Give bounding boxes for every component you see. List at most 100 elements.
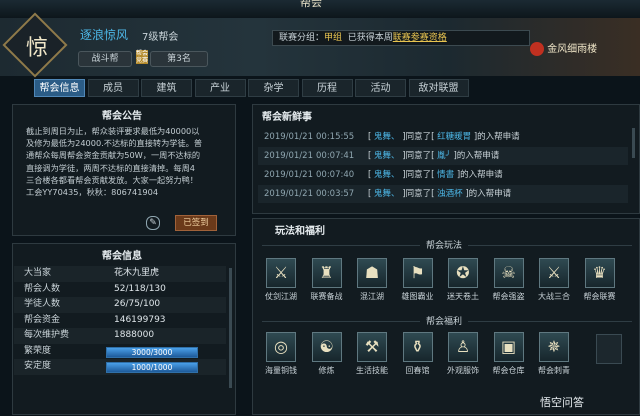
guild-info-table: 大当家 花木九里虎 帮会人数 52/118/130 学徒人数 26/75/100… xyxy=(0,266,240,416)
info-row-leader: 大当家 花木九里虎 xyxy=(14,266,226,282)
news-time: 00:03:57 xyxy=(316,189,355,199)
warrior-icon: ☗ xyxy=(357,258,387,288)
feature-play-3[interactable]: ⚑ 雄图霸业 xyxy=(401,258,435,302)
news-date: 2019/01/21 xyxy=(264,170,313,180)
news-message: [ 鬼舞、 ]同意了[ 红糖暖胃 ]的入帮申请 xyxy=(368,132,520,142)
news-target[interactable]: 情書 xyxy=(437,170,454,180)
coins-icon: ◎ xyxy=(266,332,296,362)
battle-icon: ⚔ xyxy=(539,258,569,288)
news-time: 00:07:40 xyxy=(316,170,355,180)
pot-icon: ⚱ xyxy=(402,332,433,362)
info-row-apprentices: 学徒人数 26/75/100 xyxy=(14,297,226,313)
info-row-funds: 帮会资金 146199793 xyxy=(24,314,166,325)
news-actor[interactable]: 鬼舞、 xyxy=(374,151,400,161)
brand-seal-icon xyxy=(530,42,544,56)
play-feature-grid: ⚔ 仗剑江湖 ♜ 联赛备战 ☗ 混江湖 ⚑ 雄图霸业 ✪ 迷天卷土 ☠ 帮会强盗 ⚔ 大战三合 ♛ 帮会联赛 xyxy=(262,258,632,308)
signed-in-button[interactable]: 已签到 xyxy=(175,215,217,231)
feature-welfare-6[interactable]: ✵ 帮会刺青 xyxy=(537,332,571,376)
news-title: 帮会新鲜事 xyxy=(262,112,312,123)
guild-info-title: 帮会信息 xyxy=(102,251,142,262)
tattoo-icon: ✵ xyxy=(539,332,569,362)
sword-hat-icon: ⚔ xyxy=(266,258,296,288)
tab-7[interactable]: 敌对联盟 xyxy=(408,79,469,97)
guild-rank: 第3名 xyxy=(150,51,208,67)
news-date: 2019/01/21 xyxy=(264,189,313,199)
news-scrollbar[interactable] xyxy=(632,128,635,158)
edit-notice-icon[interactable]: ✎ xyxy=(146,216,160,230)
bandit-icon: ☠ xyxy=(493,258,524,288)
info-row-members: 帮会人数 52/118/130 xyxy=(24,283,166,294)
prosperity-bar: 3000/3000 xyxy=(106,346,198,358)
empty-feature-slot xyxy=(596,334,622,364)
feature-play-0[interactable]: ⚔ 仗剑江湖 xyxy=(264,258,298,302)
feature-play-5[interactable]: ☠ 帮会强盗 xyxy=(492,258,526,302)
feature-play-6[interactable]: ⚔ 大战三合 xyxy=(537,258,571,302)
feature-welfare-1[interactable]: ☯ 修炼 xyxy=(310,332,344,376)
stability-bar: 1000/1000 xyxy=(106,362,198,373)
tab-2[interactable]: 建筑 xyxy=(141,79,192,97)
info-row-maintenance: 每次维护费 1888000 xyxy=(14,328,226,344)
meditation-icon: ☯ xyxy=(311,332,342,362)
league-status: 联赛分组：甲组 已获得本周联赛参赛资格 xyxy=(272,30,530,46)
feature-welfare-0[interactable]: ◎ 海量铜钱 xyxy=(264,332,298,376)
guild-emblem-char: 惊 xyxy=(25,36,48,61)
news-row: 2019/01/21 00:07:40 [ 鬼舞、 ]同意了[ 情書 ]的入帮申请 xyxy=(258,166,628,184)
play-section-label: 帮会玩法 xyxy=(420,238,469,251)
feature-welfare-2[interactable]: ⚒ 生活技能 xyxy=(355,332,389,376)
news-row: 2019/01/21 00:03:57 [ 鬼舞、 ]同意了[ 浊酒杯 ]的入帮申请 xyxy=(258,185,628,203)
feature-label: 帮会刺青 xyxy=(538,366,570,375)
news-row: 2019/01/21 00:15:55 [ 鬼舞、 ]同意了[ 红糖暖胃 ]的入帮申… xyxy=(258,128,628,146)
news-actor[interactable]: 鬼舞、 xyxy=(374,132,400,142)
news-list: 2019/01/21 00:15:55[ 鬼舞、 ]同意了[ 红糖暖胃 ]的入帮申… xyxy=(0,128,640,208)
news-message: [ 鬼舞、 ]同意了[ 胤╯ ]的入帮申请 xyxy=(368,151,500,161)
feature-welfare-4[interactable]: ♙ 外观服饰 xyxy=(446,332,480,376)
info-row-stability: 安定度 1000/1000 xyxy=(14,359,226,375)
outfit-icon: ♙ xyxy=(448,332,478,362)
spear-icon: ⚑ xyxy=(402,258,433,288)
feature-play-1[interactable]: ♜ 联赛备战 xyxy=(310,258,344,302)
tab-4[interactable]: 杂学 xyxy=(248,79,299,97)
window-title: 帮会 xyxy=(300,0,322,9)
news-actor[interactable]: 鬼舞、 xyxy=(374,189,400,199)
news-date: 2019/01/21 xyxy=(264,132,313,142)
feature-welfare-3[interactable]: ⚱ 回春馆 xyxy=(401,332,435,376)
tab-5[interactable]: 历程 xyxy=(301,79,353,97)
news-message: [ 鬼舞、 ]同意了[ 浊酒杯 ]的入帮申请 xyxy=(368,189,512,199)
news-target[interactable]: 红糖暖胃 xyxy=(437,132,471,142)
news-row: 2019/01/21 00:07:41 [ 鬼舞、 ]同意了[ 胤╯ ]的入帮申请 xyxy=(258,147,628,165)
guild-name: 逐浪惊风 xyxy=(80,28,129,42)
news-actor[interactable]: 鬼舞、 xyxy=(374,170,400,180)
news-time: 00:15:55 xyxy=(316,132,355,142)
welfare-feature-grid: ◎ 海量铜钱 ☯ 修炼 ⚒ 生活技能 ⚱ 回春馆 ♙ 外观服饰 ▣ 帮会仓库 ✵ 帮会刺青 xyxy=(262,332,632,382)
guild-type-badge: 战斗帮 xyxy=(78,51,132,67)
news-target[interactable]: 浊酒杯 xyxy=(437,189,463,199)
rank-badge: 帮会竞赛 xyxy=(136,50,149,64)
fortress-icon: ♜ xyxy=(311,258,342,288)
notice-title: 帮会公告 xyxy=(102,111,142,122)
axes-icon: ⚒ xyxy=(357,332,387,362)
news-message: [ 鬼舞、 ]同意了[ 情書 ]的入帮申请 xyxy=(368,170,503,180)
tab-6[interactable]: 活动 xyxy=(355,79,406,97)
chest-icon: ▣ xyxy=(493,332,524,362)
tab-0[interactable]: 帮会信息 xyxy=(34,79,85,97)
tab-3[interactable]: 产业 xyxy=(194,79,246,97)
league-group: 甲组 xyxy=(324,33,343,43)
portal-icon: ✪ xyxy=(448,258,478,288)
news-target[interactable]: 胤╯ xyxy=(437,151,451,161)
feature-play-7[interactable]: ♛ 帮会联赛 xyxy=(583,258,617,302)
window-title-bar: 帮会 xyxy=(0,0,640,19)
news-date: 2019/01/21 xyxy=(264,151,313,161)
tab-1[interactable]: 成员 xyxy=(87,79,139,97)
feature-play-4[interactable]: ✪ 迷天卷土 xyxy=(446,258,480,302)
feature-play-2[interactable]: ☗ 混江湖 xyxy=(355,258,389,302)
league-qualification-link[interactable]: 联赛参赛资格 xyxy=(393,33,447,43)
server-brand: 金风细雨楼 xyxy=(530,40,630,66)
welfare-section-label: 帮会福利 xyxy=(420,314,469,327)
info-scrollbar[interactable] xyxy=(229,268,232,388)
feature-welfare-5[interactable]: ▣ 帮会仓库 xyxy=(492,332,526,376)
features-title: 玩法和福利 xyxy=(275,226,325,237)
watermark: 悟空问答 xyxy=(540,396,584,409)
info-row-prosperity: 繁荣度 3000/3000 xyxy=(14,344,226,360)
news-time: 00:07:41 xyxy=(316,151,355,161)
feature-label: 帮会联赛 xyxy=(583,292,616,301)
